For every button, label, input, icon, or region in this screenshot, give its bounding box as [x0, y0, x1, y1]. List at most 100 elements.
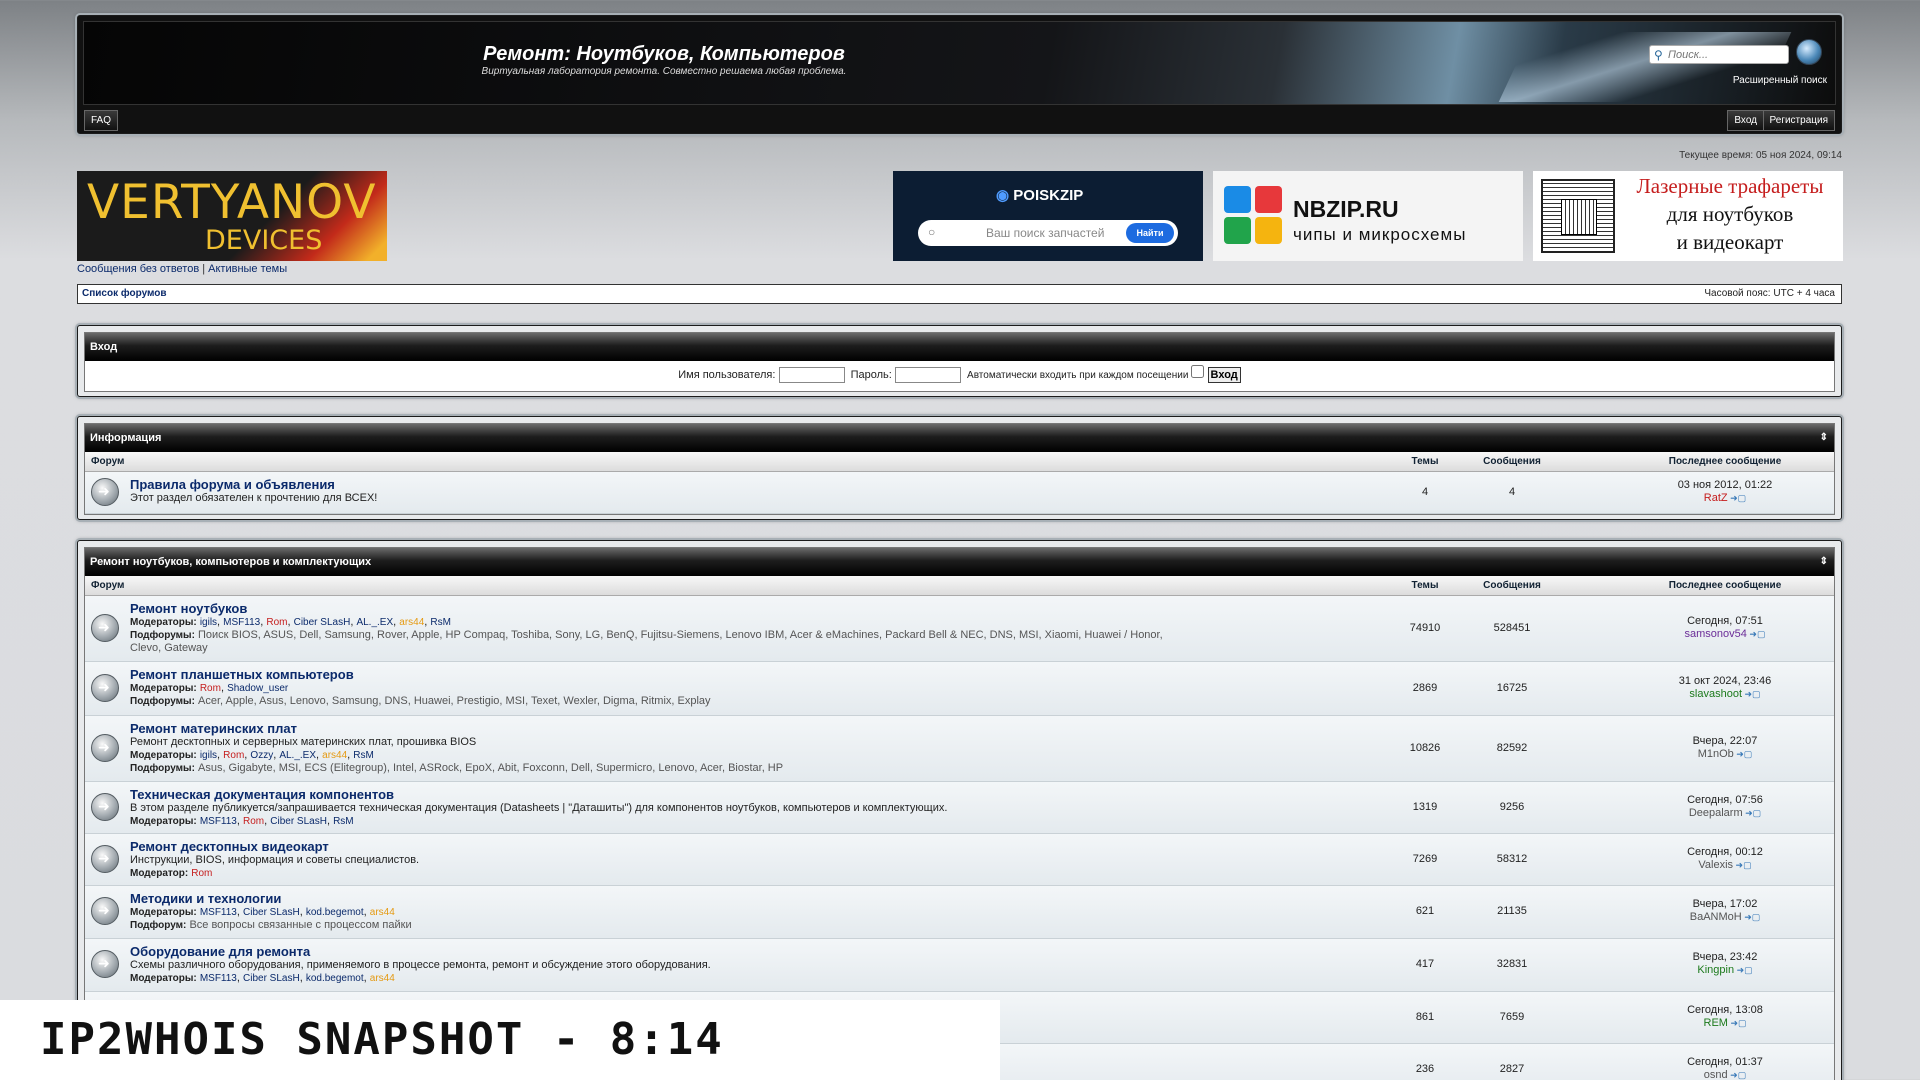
moderator-link[interactable]: AL._.EX [356, 617, 393, 628]
forum-title-link[interactable]: Ремонт ноутбуков [130, 601, 1180, 616]
last-post-user[interactable]: Kingpin [1697, 964, 1752, 976]
moderator-link[interactable]: ars44 [322, 750, 347, 761]
forum-title-link[interactable]: Методики и технологии [130, 891, 1180, 906]
repair-category-link[interactable]: Ремонт ноутбуков, компьютеров и комплект… [90, 556, 371, 568]
last-post-user[interactable]: BaANMoH [1690, 911, 1761, 923]
moderator-link[interactable]: MSF113 [223, 617, 260, 628]
forum-icon [91, 733, 119, 762]
moderator-link[interactable]: RsM [430, 617, 451, 628]
moderator-link[interactable]: AL._.EX [279, 750, 316, 761]
advanced-search-link[interactable]: Расширенный поиск [1733, 75, 1827, 86]
logo-line-2: DEVICES [205, 225, 323, 256]
login-panel: Вход Имя пользователя: Пароль: Автоматич… [77, 325, 1842, 397]
moderator-link[interactable]: Rom [223, 750, 244, 761]
poiskzip-banner[interactable]: POISKZIP ○ Ваш поиск запчастей Найти [893, 171, 1203, 261]
faq-link[interactable]: FAQ [84, 110, 119, 131]
last-post-user[interactable]: slavashoot [1689, 688, 1760, 700]
quick-links: Сообщения без ответов | Активные темы [77, 263, 287, 275]
posts-count: 82592 [1496, 741, 1528, 754]
posts-count: 2827 [1499, 1062, 1525, 1075]
last-post-user[interactable]: RatZ [1704, 492, 1746, 504]
moderator-link[interactable]: Rom [191, 868, 212, 879]
last-post-user[interactable]: REM [1704, 1017, 1747, 1029]
active-topics-link[interactable]: Активные темы [208, 263, 287, 275]
subforums-label: Подфорумы: [130, 696, 195, 707]
moderators-label: Модераторы: [130, 816, 197, 827]
moderator-link[interactable]: MSF113 [200, 816, 237, 827]
subforums-label: Подфорумы: [130, 630, 195, 641]
moderator-link[interactable]: Rom [243, 816, 264, 827]
forum-title-link[interactable]: Ремонт планшетных компьютеров [130, 667, 1180, 682]
moderator-link[interactable]: Ciber SLasH [270, 816, 327, 827]
moderator-link[interactable]: Rom [200, 683, 221, 694]
topics-count: 4 [1421, 485, 1429, 498]
register-link[interactable]: Регистрация [1762, 110, 1835, 131]
forum-row: Ремонт десктопных видеокарт Инструкции, … [85, 834, 1834, 886]
moderator-link[interactable]: MSF113 [200, 973, 237, 984]
topics-count: 2869 [1412, 681, 1438, 694]
col-last: Последнее сообщение [1668, 456, 1782, 467]
forum-title-link[interactable]: Правила форума и объявления [130, 477, 1180, 492]
last-post-date: Сегодня, 00:12 [1687, 845, 1763, 858]
forum-title-link[interactable]: Оборудование для ремонта [130, 944, 1180, 959]
forum-index-link[interactable]: Список форумов [82, 288, 167, 299]
moderator-link[interactable]: Ozzy [250, 750, 273, 761]
subforums-list[interactable]: Asus, Gigabyte, MSI, ECS (Elitegroup), I… [198, 762, 783, 774]
posts-count: 32831 [1496, 958, 1528, 970]
site-title[interactable]: Ремонт: Ноутбуков, Компьютеров [474, 43, 854, 66]
last-post-user[interactable]: osnd [1704, 1069, 1746, 1080]
moderators-label: Модераторы: [130, 973, 197, 984]
moderator-link[interactable]: ars44 [399, 617, 424, 628]
moderator-link[interactable]: Ciber SLasH [243, 907, 300, 918]
poiskzip-search-bar: ○ Ваш поиск запчастей Найти [918, 220, 1178, 246]
vertyanov-logo-banner[interactable]: VERTYANOV DEVICES [77, 171, 387, 261]
moderator-link[interactable]: Shadow_user [227, 683, 288, 694]
posts-count: 528451 [1493, 621, 1531, 634]
moderators-label: Модераторы: [130, 750, 197, 761]
forum-icon [91, 950, 119, 978]
site-header: Ремонт: Ноутбуков, Компьютеров Виртуальн… [77, 15, 1842, 134]
collapse-icon[interactable]: ⇕ [1820, 424, 1828, 452]
col-last: Последнее сообщение [1668, 580, 1782, 591]
moderator-link[interactable]: kod.begemot [306, 973, 364, 984]
moderator-label: Модератор: [130, 868, 189, 879]
info-category-link[interactable]: Информация [90, 432, 161, 444]
moderators-line: Модераторы: MSF113, Ciber SLasH, kod.beg… [130, 972, 395, 984]
forum-title-link[interactable]: Ремонт материнских плат [130, 721, 1180, 736]
unanswered-link[interactable]: Сообщения без ответов [77, 263, 199, 275]
moderator-link[interactable]: ars44 [370, 907, 395, 918]
search-input[interactable] [1668, 47, 1783, 62]
password-field[interactable] [894, 367, 961, 384]
autologin-checkbox[interactable] [1191, 365, 1205, 378]
login-link[interactable]: Вход [1727, 110, 1764, 131]
login-form: Имя пользователя: Пароль: Автоматически … [85, 361, 1834, 391]
nbzip-banner[interactable]: NBZIP.RU чипы и микросхемы [1213, 171, 1523, 261]
forum-icon [91, 792, 119, 821]
moderator-link[interactable]: RsM [333, 816, 354, 827]
forum-description: Ремонт десктопных и серверных матерински… [130, 736, 477, 748]
moderator-link[interactable]: Ciber SLasH [243, 973, 300, 984]
last-post-user[interactable]: M1nOb [1698, 748, 1753, 760]
moderator-link[interactable]: kod.begemot [306, 907, 364, 918]
moderator-link[interactable]: igils [200, 750, 217, 761]
moderator-link[interactable]: Rom [266, 617, 287, 628]
collapse-icon[interactable]: ⇕ [1820, 548, 1828, 576]
moderator-link[interactable]: RsM [353, 750, 374, 761]
login-submit-button[interactable]: Вход [1207, 367, 1241, 383]
laser-stencil-banner[interactable]: Лазерные трафареты для ноутбуков и видео… [1533, 171, 1843, 261]
moderator-link[interactable]: MSF113 [200, 907, 237, 918]
username-field[interactable] [778, 367, 845, 384]
forum-title-link[interactable]: Техническая документация компонентов [130, 787, 1180, 802]
last-post-user[interactable]: Valexis [1698, 859, 1751, 871]
search-go-button[interactable] [1796, 39, 1822, 65]
last-post-user[interactable]: samsonov54 [1685, 628, 1766, 640]
nbzip-logo-red-icon [1255, 186, 1282, 213]
moderator-link[interactable]: ars44 [370, 973, 395, 984]
moderator-link[interactable]: Ciber SLasH [294, 617, 351, 628]
last-post-user[interactable]: Deepalarm [1689, 807, 1761, 819]
subforums-list[interactable]: Поиск BIOS, ASUS, Dell, Samsung, Rover, … [130, 629, 1163, 654]
moderator-link[interactable]: igils [200, 617, 217, 628]
subforums-list[interactable]: Все вопросы связанные с процессом пайки [189, 919, 411, 931]
subforums-list[interactable]: Acer, Apple, Asus, Lenovo, Samsung, DNS,… [198, 695, 711, 707]
forum-title-link[interactable]: Ремонт десктопных видеокарт [130, 839, 1180, 854]
